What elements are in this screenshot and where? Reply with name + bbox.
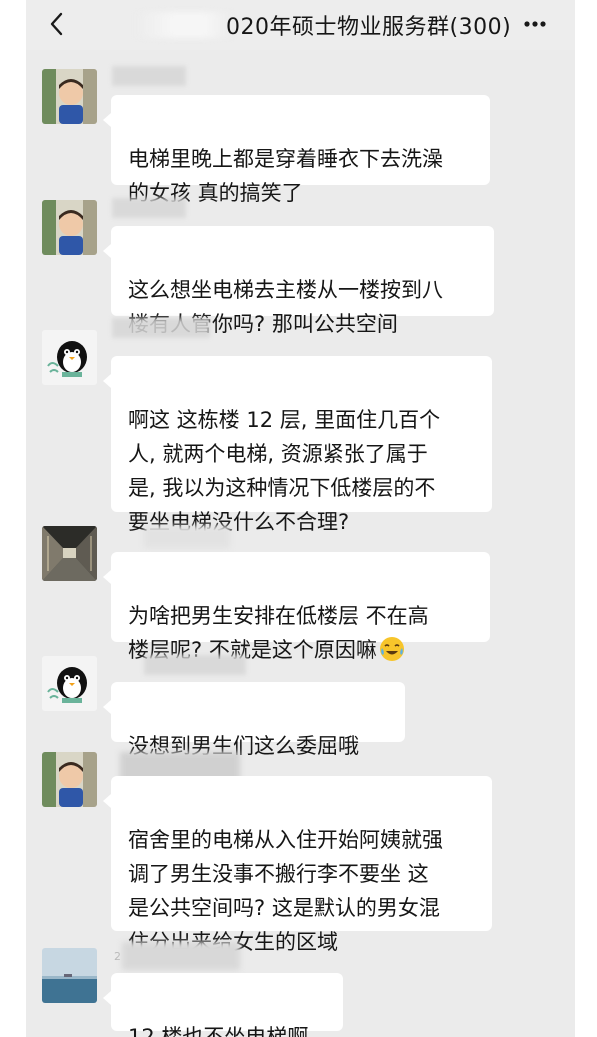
blurred-nickname bbox=[112, 318, 210, 338]
blurred-nickname bbox=[144, 526, 230, 548]
toddler-photo-avatar[interactable] bbox=[42, 752, 97, 807]
message-bubble[interactable]: 为啥把男生安排在低楼层 不在高 楼层呢? 不就是这个原因嘛 bbox=[103, 552, 490, 662]
blurred-nickname bbox=[112, 198, 186, 218]
sea-photo-avatar[interactable] bbox=[42, 948, 97, 1003]
message-text: 啊这 这栋楼 12 层, 里面住几百个 人, 就两个电梯, 资源紧张了属于 是,… bbox=[128, 408, 441, 534]
penguin-avatar[interactable] bbox=[42, 656, 97, 711]
toddler-photo-avatar[interactable] bbox=[42, 69, 97, 124]
message-text: 电梯里晚上都是穿着睡衣下去洗澡 的女孩 真的搞笑了 bbox=[128, 147, 443, 205]
message-bubble[interactable]: 12 楼也不坐电梯啊 bbox=[103, 973, 343, 1037]
crying-laughing-emoji bbox=[379, 637, 404, 661]
corridor-photo-avatar[interactable] bbox=[42, 526, 97, 581]
more-horizontal-icon[interactable] bbox=[520, 12, 550, 36]
message-bubble[interactable]: 这么想坐电梯去主楼从一楼按到八 楼有人管你吗? 那叫公共空间 bbox=[103, 226, 494, 336]
sender-mark: 2 bbox=[114, 950, 121, 963]
message-text: 宿舍里的电梯从入住开始阿姨就强 调了男生没事不搬行李不要坐 这 是公共空间吗? … bbox=[128, 828, 443, 954]
message-text: 12 楼也不坐电梯啊 bbox=[128, 1025, 309, 1037]
chat-title: 020年硕士物业服务群(300) bbox=[226, 15, 512, 40]
blurred-group-name bbox=[136, 12, 232, 38]
blurred-nickname bbox=[112, 66, 186, 86]
message-bubble[interactable]: 宿舍里的电梯从入住开始阿姨就强 调了男生没事不搬行李不要坐 这 是公共空间吗? … bbox=[103, 776, 492, 954]
blurred-nickname bbox=[122, 942, 240, 970]
chat-screen: 020年硕士物业服务群(300) 电梯里晚上都是穿着睡衣下去洗澡 的女孩 真的搞… bbox=[26, 0, 575, 1037]
penguin-avatar[interactable] bbox=[42, 330, 97, 385]
message-bubble[interactable]: 啊这 这栋楼 12 层, 里面住几百个 人, 就两个电梯, 资源紧张了属于 是,… bbox=[103, 356, 492, 534]
message-bubble[interactable]: 电梯里晚上都是穿着睡衣下去洗澡 的女孩 真的搞笑了 bbox=[103, 95, 490, 205]
toddler-photo-avatar[interactable] bbox=[42, 200, 97, 255]
message-bubble[interactable]: 没想到男生们这么委屈哦 bbox=[103, 682, 405, 758]
blurred-nickname bbox=[144, 655, 246, 675]
title-bar: 020年硕士物业服务群(300) bbox=[26, 0, 575, 50]
chevron-left-icon[interactable] bbox=[44, 9, 70, 39]
